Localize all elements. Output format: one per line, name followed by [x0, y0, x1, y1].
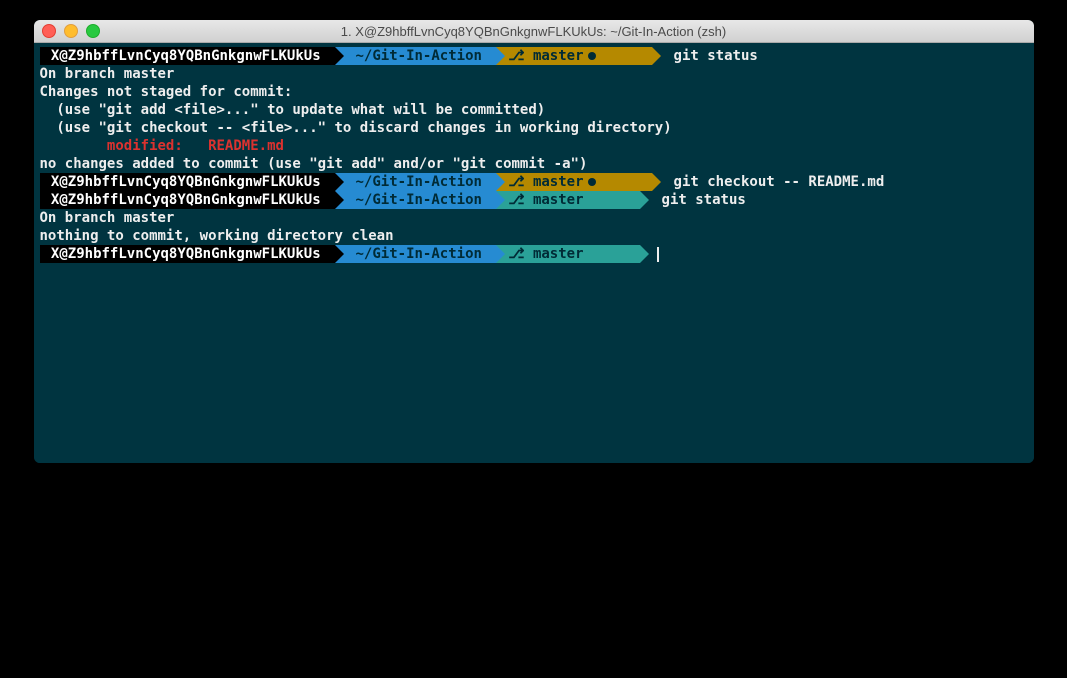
branch-label: master	[525, 191, 584, 209]
zoom-icon[interactable]	[86, 24, 100, 38]
close-icon[interactable]	[42, 24, 56, 38]
separator-icon	[496, 245, 505, 263]
titlebar[interactable]: 1. X@Z9hbffLvnCyq8YQBnGnkgnwFLKUkUs: ~/G…	[34, 20, 1034, 43]
separator-icon	[335, 47, 344, 65]
output-line-modified: modified: README.md	[40, 137, 1028, 155]
branch-label: master	[525, 173, 584, 191]
cursor-icon	[657, 247, 659, 262]
prompt-line: X@Z9hbffLvnCyq8YQBnGnkgnwFLKUkUs ~/Git-I…	[40, 173, 1028, 191]
branch-label: master	[525, 47, 584, 65]
traffic-lights	[42, 24, 100, 38]
branch-segment-clean: ⎇ master	[505, 191, 640, 209]
terminal-body[interactable]: X@Z9hbffLvnCyq8YQBnGnkgnwFLKUkUs ~/Git-I…	[34, 43, 1034, 463]
branch-icon: ⎇	[508, 173, 524, 191]
separator-icon	[335, 173, 344, 191]
output-line: On branch master	[40, 65, 1028, 83]
prompt-line-active[interactable]: X@Z9hbffLvnCyq8YQBnGnkgnwFLKUkUs ~/Git-I…	[40, 245, 1028, 263]
branch-icon: ⎇	[508, 47, 524, 65]
user-host-segment: X@Z9hbffLvnCyq8YQBnGnkgnwFLKUkUs	[40, 191, 336, 209]
separator-icon	[640, 191, 649, 209]
separator-icon	[640, 245, 649, 263]
separator-icon	[496, 47, 505, 65]
command-text: git checkout -- README.md	[661, 173, 884, 191]
output-line: On branch master	[40, 209, 1028, 227]
separator-icon	[496, 173, 505, 191]
command-text: git status	[649, 191, 746, 209]
output-line: no changes added to commit (use "git add…	[40, 155, 1028, 173]
branch-segment-clean: ⎇ master	[505, 245, 640, 263]
path-segment: ~/Git-In-Action	[344, 191, 496, 209]
user-host-segment: X@Z9hbffLvnCyq8YQBnGnkgnwFLKUkUs	[40, 47, 336, 65]
separator-icon	[335, 191, 344, 209]
dirty-indicator-icon	[588, 52, 596, 60]
path-segment: ~/Git-In-Action	[344, 245, 496, 263]
branch-icon: ⎇	[508, 191, 524, 209]
prompt-line: X@Z9hbffLvnCyq8YQBnGnkgnwFLKUkUs ~/Git-I…	[40, 191, 1028, 209]
prompt-line: X@Z9hbffLvnCyq8YQBnGnkgnwFLKUkUs ~/Git-I…	[40, 47, 1028, 65]
output-line: (use "git add <file>..." to update what …	[40, 101, 1028, 119]
output-line: nothing to commit, working directory cle…	[40, 227, 1028, 245]
terminal-window: 1. X@Z9hbffLvnCyq8YQBnGnkgnwFLKUkUs: ~/G…	[34, 20, 1034, 463]
user-host-segment: X@Z9hbffLvnCyq8YQBnGnkgnwFLKUkUs	[40, 173, 336, 191]
output-line: Changes not staged for commit:	[40, 83, 1028, 101]
branch-segment-dirty: ⎇ master	[505, 47, 652, 65]
path-segment: ~/Git-In-Action	[344, 47, 496, 65]
separator-icon	[335, 245, 344, 263]
branch-label: master	[525, 245, 584, 263]
user-host-segment: X@Z9hbffLvnCyq8YQBnGnkgnwFLKUkUs	[40, 245, 336, 263]
output-line: (use "git checkout -- <file>..." to disc…	[40, 119, 1028, 137]
separator-icon	[652, 173, 661, 191]
separator-icon	[652, 47, 661, 65]
path-segment: ~/Git-In-Action	[344, 173, 496, 191]
minimize-icon[interactable]	[64, 24, 78, 38]
separator-icon	[496, 191, 505, 209]
window-title: 1. X@Z9hbffLvnCyq8YQBnGnkgnwFLKUkUs: ~/G…	[34, 24, 1034, 39]
branch-icon: ⎇	[508, 245, 524, 263]
command-text: git status	[661, 47, 758, 65]
